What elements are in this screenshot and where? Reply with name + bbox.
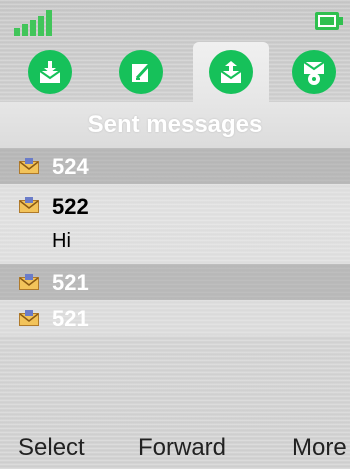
softkey-bar: Select Forward More	[0, 428, 350, 469]
envelope-icon	[19, 274, 39, 290]
message-number: 521	[52, 306, 89, 331]
screen: Sent messages 524 522 Hi 521 521 Select …	[0, 0, 350, 469]
softkey-select[interactable]: Select	[18, 434, 85, 462]
list-item-message[interactable]: 524	[0, 148, 350, 184]
envelope-icon	[19, 158, 39, 174]
message-number: 521	[52, 270, 89, 295]
softkey-more[interactable]: More	[292, 434, 347, 462]
softkey-forward[interactable]: Forward	[138, 434, 226, 462]
envelope-icon	[19, 197, 39, 213]
tab-inbox[interactable]	[12, 42, 88, 102]
inbox-icon	[28, 50, 72, 94]
message-number: 524	[52, 154, 89, 179]
message-number: 522	[52, 194, 89, 219]
message-list: 524 522 Hi 521 521	[0, 148, 350, 336]
list-item-message-selected[interactable]: 522 Hi	[0, 184, 350, 264]
title-bar: Sent messages	[0, 102, 350, 148]
battery-icon	[315, 12, 339, 30]
list-item-message[interactable]: 521	[0, 300, 350, 336]
tab-bar	[0, 42, 350, 102]
envelope-icon	[19, 310, 39, 326]
tab-sent[interactable]	[193, 42, 269, 102]
tab-message-settings[interactable]	[276, 42, 350, 102]
list-item-message[interactable]: 521	[0, 264, 350, 300]
message-preview: Hi	[52, 230, 71, 252]
page-title: Sent messages	[87, 111, 263, 138]
signal-icon	[14, 10, 58, 36]
compose-icon	[119, 50, 163, 94]
status-bar	[0, 0, 350, 40]
sent-icon	[209, 50, 253, 94]
tab-compose[interactable]	[103, 42, 179, 102]
message-settings-icon	[292, 50, 336, 94]
battery-tip	[339, 17, 343, 25]
